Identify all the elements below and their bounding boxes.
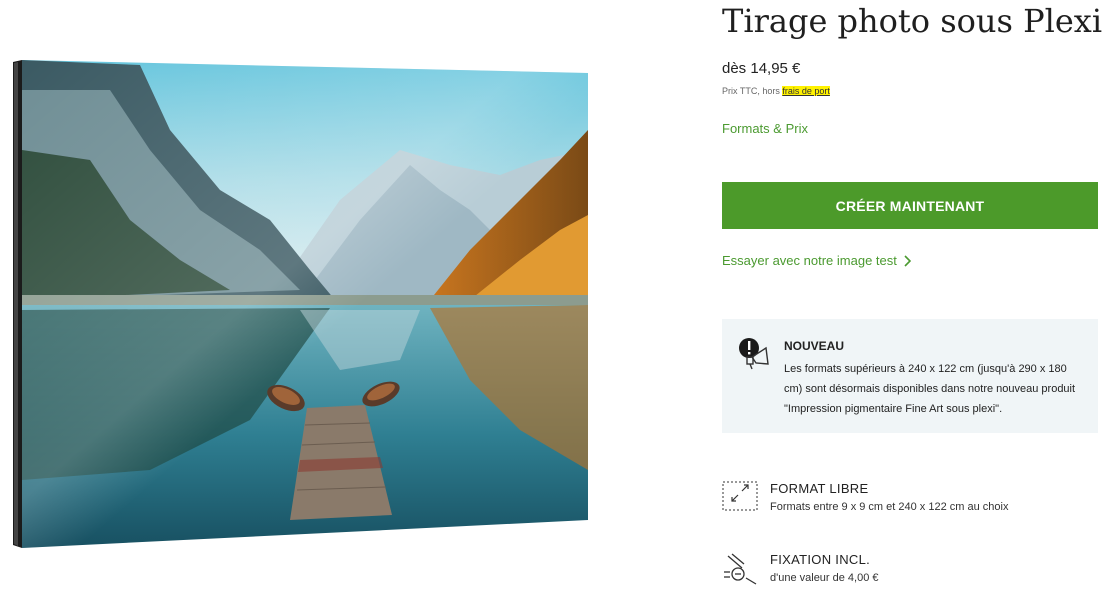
price-note-text: Prix TTC, hors — [722, 86, 783, 96]
feature-format-libre: FORMAT LIBRE Formats entre 9 x 9 cm et 2… — [722, 481, 1102, 521]
product-image — [0, 0, 600, 590]
formats-prices-link[interactable]: Formats & Prix — [722, 121, 808, 136]
news-text: Les formats supérieurs à 240 x 122 cm (j… — [784, 363, 1076, 415]
resize-frame-icon — [722, 481, 758, 511]
megaphone-alert-icon — [739, 338, 769, 370]
feature-fixation-subtitle: d'une valeur de 4,00 € — [770, 572, 879, 584]
feature-format-subtitle: Formats entre 9 x 9 cm et 240 x 122 cm a… — [770, 501, 1009, 513]
shipping-cost-link[interactable]: frais de port — [782, 86, 830, 96]
chevron-right-icon — [904, 254, 911, 267]
mounting-hardware-icon — [724, 553, 757, 585]
feature-fixation-title: FIXATION INCL. — [770, 552, 871, 567]
feature-format-title: FORMAT LIBRE — [770, 481, 869, 496]
news-box: NOUVEAU Les formats supérieurs à 240 x 1… — [722, 319, 1098, 433]
create-now-button[interactable]: CRÉER MAINTENANT — [722, 182, 1098, 229]
try-test-image-label: Essayer avec notre image test — [722, 253, 897, 268]
try-test-image-link[interactable]: Essayer avec notre image test — [722, 253, 911, 268]
product-title: Tirage photo sous Plexi — [722, 2, 1103, 40]
feature-fixation: FIXATION INCL. d'une valeur de 4,00 € — [722, 552, 1102, 588]
product-price: dès 14,95 € — [722, 60, 801, 77]
price-note: Prix TTC, hors frais de port — [722, 86, 830, 96]
news-title: NOUVEAU — [784, 339, 845, 353]
